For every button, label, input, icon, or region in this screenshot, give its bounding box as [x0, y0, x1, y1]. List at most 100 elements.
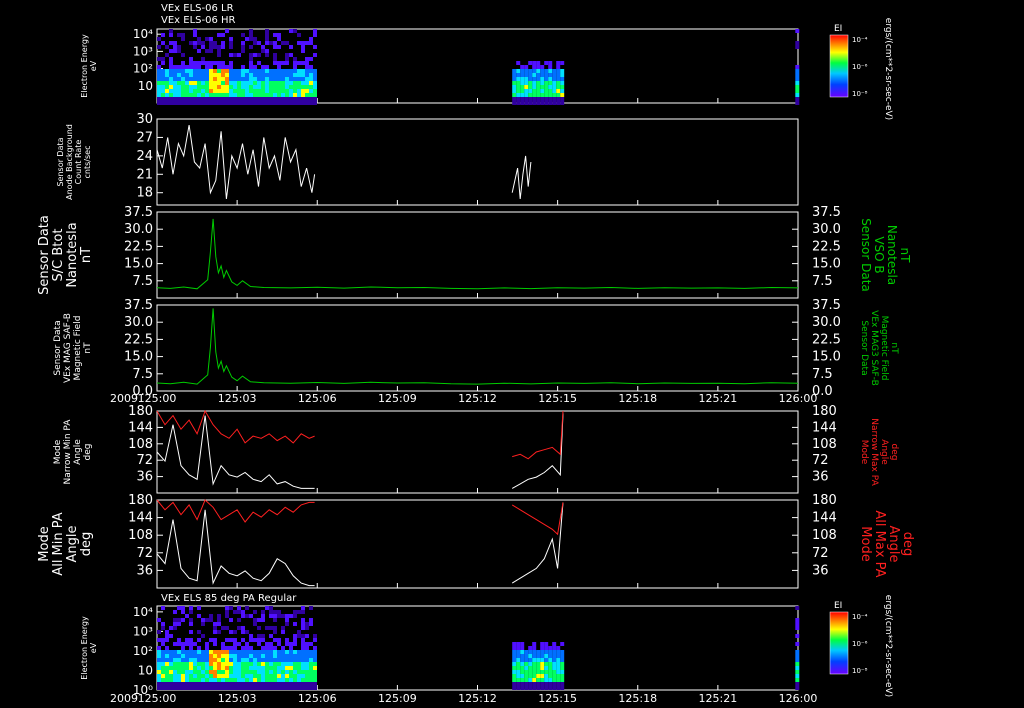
spectrogram-cell	[532, 65, 537, 69]
spectrogram-cell	[193, 93, 197, 97]
spectrogram-cell	[213, 638, 217, 642]
spectrogram-cell	[257, 81, 261, 85]
spectrogram-cell	[560, 85, 565, 89]
spectrogram-cell	[313, 674, 317, 678]
spectrogram-cell	[189, 97, 193, 101]
spectrogram-cell	[313, 658, 317, 662]
spectrogram-cell	[217, 622, 221, 626]
spectrogram-cell	[548, 646, 553, 650]
spectrogram-cell	[269, 654, 273, 658]
spectrogram-cell	[257, 642, 261, 646]
spectrogram-cell	[161, 101, 165, 105]
spectrogram-cell	[241, 101, 245, 105]
spectrogram-cell	[193, 670, 197, 674]
spectrogram-cell	[532, 73, 537, 77]
spectrogram-cell	[185, 686, 189, 690]
y-axis-label-right: Narrow Max PA	[869, 418, 879, 486]
spectrogram-cell	[217, 73, 221, 77]
spectrogram-cell	[528, 662, 533, 666]
spectrogram-cell	[173, 89, 177, 93]
spectrogram-cell	[205, 678, 209, 682]
spectrogram-cell	[285, 89, 289, 93]
spectrogram-cell	[217, 682, 221, 686]
spectrogram-cell	[289, 682, 293, 686]
y-axis-label: Narrow Min PA	[63, 419, 73, 485]
spectrogram-cell	[209, 658, 213, 662]
spectrogram-cell	[265, 97, 269, 101]
spectrogram-cell	[241, 85, 245, 89]
spectrogram-cell	[273, 53, 277, 57]
spectrogram-cell	[213, 662, 217, 666]
colorbar-label: EI	[834, 601, 842, 611]
spectrogram-cell	[795, 674, 800, 678]
spectrogram-cell	[185, 77, 189, 81]
spectrogram-cell	[177, 686, 181, 690]
spectrogram-cell	[241, 41, 245, 45]
spectrogram-cell	[173, 97, 177, 101]
y-tick-label: 7.5	[132, 274, 153, 289]
spectrogram-cell	[249, 93, 253, 97]
spectrogram-cell	[161, 81, 165, 85]
spectrogram-cell	[516, 666, 521, 670]
y-axis-label: nT	[79, 247, 94, 263]
spectrogram-cell	[313, 77, 317, 81]
y-tick-label: 18	[136, 186, 153, 201]
spectrogram-cell	[189, 638, 193, 642]
spectrogram-cell	[245, 630, 249, 634]
spectrogram-cell	[237, 73, 241, 77]
spectrogram-cell	[245, 614, 249, 618]
spectrogram-cell	[532, 69, 537, 73]
spectrogram-cell	[209, 97, 213, 101]
spectrogram-cell	[213, 626, 217, 630]
spectrogram-cell	[181, 658, 185, 662]
spectrogram-cell	[313, 646, 317, 650]
spectrogram-cell	[560, 674, 565, 678]
spectrogram-cell	[540, 686, 545, 690]
spectrogram-cell	[161, 57, 165, 61]
spectrogram-cell	[189, 61, 193, 65]
spectrogram-cell	[540, 682, 545, 686]
spectrogram-cell	[297, 682, 301, 686]
spectrogram-cell	[285, 654, 289, 658]
spectrogram-cell	[177, 49, 181, 53]
spectrogram-cell	[277, 93, 281, 97]
spectrogram-cell	[249, 654, 253, 658]
spectrogram-cell	[237, 77, 241, 81]
spectrogram-cell	[548, 654, 553, 658]
spectrogram-cell	[165, 658, 169, 662]
spectrogram-cell	[257, 41, 261, 45]
spectrogram-cell	[217, 49, 221, 53]
spectrogram-cell	[157, 57, 161, 61]
spectrogram-cell	[241, 49, 245, 53]
spectrogram-cell	[548, 666, 553, 670]
spectrogram-cell	[209, 674, 213, 678]
spectrogram-cell	[209, 69, 213, 73]
spectrogram-cell	[512, 658, 517, 662]
spectrogram-cell	[273, 670, 277, 674]
spectrogram-cell	[161, 650, 165, 654]
spectrogram-cell	[161, 678, 165, 682]
spectrogram-cell	[540, 642, 545, 646]
spectrogram-cell	[289, 69, 293, 73]
spectrogram-cell	[795, 686, 800, 690]
spectrogram-cell	[273, 69, 277, 73]
spectrogram-cell	[249, 658, 253, 662]
spectrogram-cell	[265, 77, 269, 81]
spectrogram-cell	[241, 33, 245, 37]
y-axis-label: cnts/sec	[83, 146, 92, 179]
spectrogram-cell	[225, 93, 229, 97]
spectrogram-cell	[297, 33, 301, 37]
spectrogram-cell	[293, 89, 297, 93]
spectrogram-cell	[249, 101, 253, 105]
spectrogram-cell	[221, 73, 225, 77]
spectrogram-cell	[309, 69, 313, 73]
spectrogram-cell	[297, 670, 301, 674]
y-tick-label: 10	[138, 663, 153, 677]
spectrogram-cell	[181, 101, 185, 105]
spectrogram-cell	[221, 33, 225, 37]
spectrogram-cell	[277, 662, 281, 666]
spectrogram-cell	[213, 85, 217, 89]
spectrogram-cell	[273, 630, 277, 634]
spectrogram-cell	[197, 73, 201, 77]
spectrogram-cell	[281, 77, 285, 81]
